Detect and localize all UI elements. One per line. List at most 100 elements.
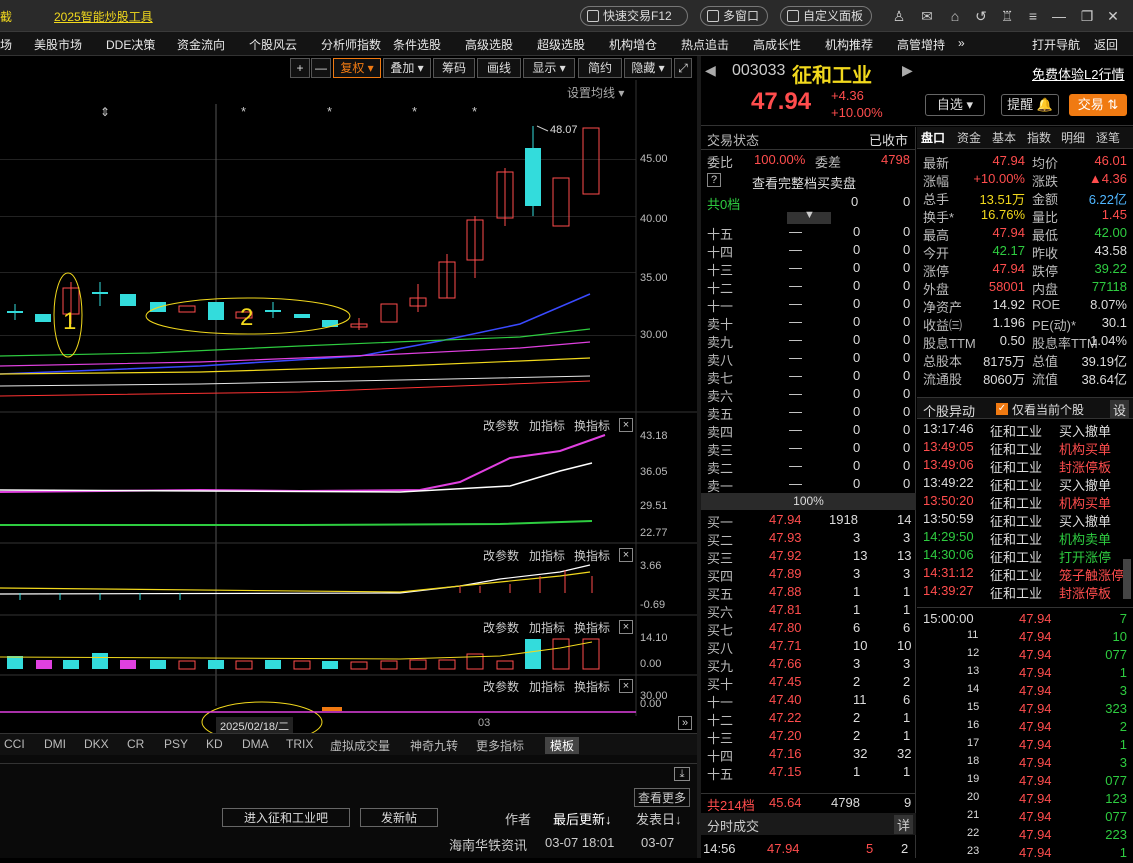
tab-cci[interactable]: CCI [4, 737, 25, 751]
tab-funds[interactable]: 资金 [957, 129, 981, 146]
menu-item[interactable]: DDE决策 [106, 36, 155, 53]
sell-level-row[interactable]: 卖四 —0 0 [701, 421, 916, 440]
kline-chart-area[interactable]: + — 复权 ▾ 叠加 ▾ 筹码 画线 显示 ▾ 简约 隐藏 ▾ ⤢ 设置均线 … [0, 56, 697, 756]
switch-indicator-link[interactable]: 换指标 [574, 417, 610, 434]
tab-dma[interactable]: DMA [242, 737, 269, 751]
tab-tick-by-tick[interactable]: 逐笔 [1096, 129, 1120, 146]
next-stock-icon[interactable]: ▶ [902, 62, 913, 79]
custom-panel-button[interactable]: 自定义面板 [780, 6, 872, 26]
sell-level-row[interactable]: 卖八 —0 0 [701, 349, 916, 368]
sell-level-row[interactable]: 卖五 —0 0 [701, 403, 916, 422]
help-icon[interactable]: ? [707, 173, 721, 187]
anomaly-settings-button[interactable]: 设 [1110, 400, 1130, 419]
tab-detail[interactable]: 明细 [1061, 129, 1085, 146]
close-icon[interactable]: × [619, 679, 633, 693]
menu-item[interactable]: 打开导航 [1032, 36, 1080, 53]
change-params-link[interactable]: 改参数 [483, 547, 519, 564]
sell-level-row[interactable]: 卖六 —0 0 [701, 385, 916, 404]
anomaly-row[interactable]: 13:50:59 征和工业 买入撤单 [917, 511, 1133, 529]
switch-indicator-link[interactable]: 换指标 [574, 619, 610, 636]
author-header[interactable]: 作者 [505, 809, 531, 828]
anomaly-row[interactable]: 13:49:05 征和工业 机构买单 [917, 439, 1133, 457]
mail-icon[interactable]: ✉ [918, 7, 936, 25]
close-icon[interactable]: × [619, 418, 633, 432]
add-indicator-link[interactable]: 加指标 [529, 678, 565, 695]
multi-window-button[interactable]: 多窗口 [700, 6, 768, 26]
home-icon[interactable]: ⌂ [946, 7, 964, 25]
remind-button[interactable]: 提醒 🔔 [1001, 94, 1059, 116]
buy-level-row[interactable]: 买二 47.93 3 3 [701, 529, 916, 548]
buy-level-row[interactable]: 买六 47.81 1 1 [701, 601, 916, 620]
sell-level-row[interactable]: 卖一 —0 0 [701, 475, 916, 494]
tab-more[interactable]: 更多指标 [476, 737, 524, 754]
sell-level-row[interactable]: 卖二 —0 0 [701, 457, 916, 476]
buy-level-row[interactable]: 十一 47.40 11 6 [701, 691, 916, 710]
tab-trix[interactable]: TRIX [286, 737, 313, 751]
collapse-icon[interactable]: ⤓ [674, 767, 690, 781]
add-watchlist-button[interactable]: 自选 ▾ [925, 94, 985, 116]
l2-trial-link[interactable]: 免费体验L2行情 [1032, 64, 1124, 83]
sell-level-row[interactable]: 十五 —0 0 [701, 223, 916, 242]
add-indicator-link[interactable]: 加指标 [529, 619, 565, 636]
only-current-label[interactable]: 仅看当前个股 [1012, 401, 1084, 418]
change-params-link[interactable]: 改参数 [483, 678, 519, 695]
restore-icon[interactable]: ❐ [1078, 7, 1096, 25]
sell-level-row[interactable]: 卖三 —0 0 [701, 439, 916, 458]
buy-level-row[interactable]: 买四 47.89 3 3 [701, 565, 916, 584]
switch-indicator-link[interactable]: 换指标 [574, 547, 610, 564]
close-icon[interactable]: × [619, 620, 633, 634]
anomaly-row[interactable]: 13:50:20 征和工业 机构买单 [917, 493, 1133, 511]
menu-item[interactable]: 高管增持 [897, 36, 945, 53]
detail-button[interactable]: 详 [894, 815, 914, 834]
prev-stock-icon[interactable]: ◀ [705, 62, 716, 79]
sell-level-row[interactable]: 卖七 —0 0 [701, 367, 916, 386]
buy-level-row[interactable]: 买九 47.66 3 3 [701, 655, 916, 674]
anomaly-row[interactable]: 14:29:50 征和工业 机构卖单 [917, 529, 1133, 547]
anomaly-row[interactable]: 14:31:12 征和工业 笼子触涨停 [917, 565, 1133, 583]
trade-button[interactable]: 交易 ⇅ [1069, 94, 1127, 116]
user-icon[interactable]: ♙ [890, 7, 908, 25]
menu-item[interactable]: 机构推荐 [825, 36, 873, 53]
refresh-icon[interactable]: ↺ [972, 7, 990, 25]
add-indicator-link[interactable]: 加指标 [529, 547, 565, 564]
anomaly-row[interactable]: 13:17:46 征和工业 买入撤单 [917, 421, 1133, 439]
menu-item[interactable]: 个股风云 [249, 36, 297, 53]
add-indicator-link[interactable]: 加指标 [529, 417, 565, 434]
menu-icon[interactable]: ≡ [1024, 7, 1042, 25]
sell-level-row[interactable]: 卖十 —0 0 [701, 313, 916, 332]
buy-level-row[interactable]: 买七 47.80 6 6 [701, 619, 916, 638]
change-params-link[interactable]: 改参数 [483, 417, 519, 434]
tab-basic[interactable]: 基本 [992, 129, 1016, 146]
anomaly-row[interactable]: 14:30:06 征和工业 打开涨停 [917, 547, 1133, 565]
sell-level-row[interactable]: 十三 —0 0 [701, 259, 916, 278]
menu-item[interactable]: 资金流向 [177, 36, 225, 53]
tab-td-nine[interactable]: 神奇九转 [410, 737, 458, 754]
buy-level-row[interactable]: 十二 47.22 2 1 [701, 709, 916, 728]
post-date-header[interactable]: 发表日↓ [636, 809, 682, 828]
menu-more[interactable]: » [958, 36, 965, 50]
buy-level-row[interactable]: 十五 47.15 1 1 [701, 763, 916, 782]
menu-item[interactable]: 高成长性 [753, 36, 801, 53]
anomaly-row[interactable]: 13:49:22 征和工业 买入撤单 [917, 475, 1133, 493]
anomaly-scrollbar[interactable] [1123, 559, 1131, 599]
tab-index[interactable]: 指数 [1027, 129, 1051, 146]
last-update-header[interactable]: 最后更新↓ [553, 809, 612, 828]
anomaly-row[interactable]: 14:39:27 征和工业 封涨停板 [917, 583, 1133, 601]
full-book-link[interactable]: 查看完整档买卖盘 [752, 173, 856, 192]
buy-level-row[interactable]: 十四 47.16 32 32 [701, 745, 916, 764]
menu-item[interactable]: 热点追击 [681, 36, 729, 53]
skin-icon[interactable]: ♖ [998, 7, 1016, 25]
new-post-button[interactable]: 发新帖 [360, 808, 438, 827]
enter-forum-button[interactable]: 进入征和工业吧 [222, 808, 350, 827]
buy-level-row[interactable]: 买八 47.71 10 10 [701, 637, 916, 656]
view-more-button[interactable]: 查看更多 [634, 788, 691, 807]
sell-level-row[interactable]: 十四 —0 0 [701, 241, 916, 260]
menu-item[interactable]: 返回 [1094, 36, 1118, 53]
buy-level-row[interactable]: 买十 47.45 2 2 [701, 673, 916, 692]
minimize-icon[interactable]: — [1050, 7, 1068, 25]
anomaly-row[interactable]: 13:49:06 征和工业 封涨停板 [917, 457, 1133, 475]
scroll-right-icon[interactable]: » [678, 716, 692, 730]
switch-indicator-link[interactable]: 换指标 [574, 678, 610, 695]
sell-level-row[interactable]: 十二 —0 0 [701, 277, 916, 296]
menu-item[interactable]: 美股市场 [34, 36, 82, 53]
